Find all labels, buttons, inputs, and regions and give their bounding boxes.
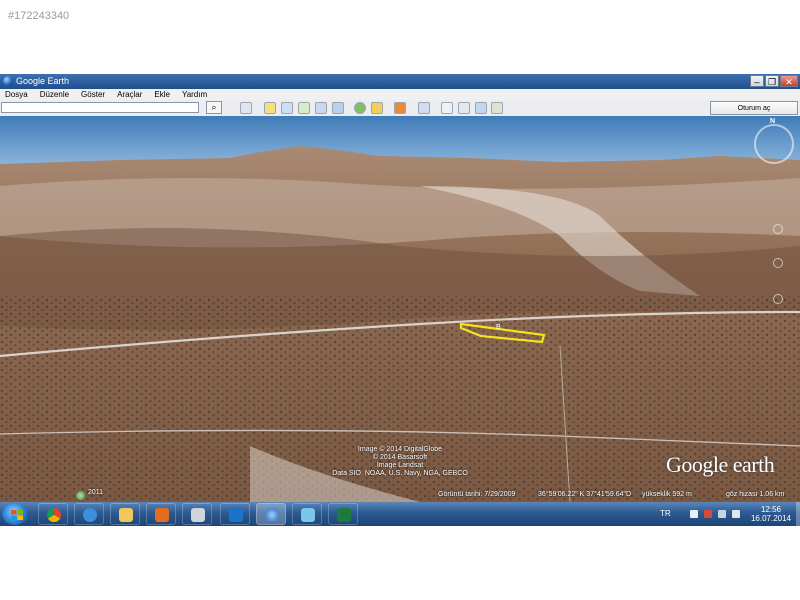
excel-icon	[337, 508, 351, 522]
terrain-image	[0, 116, 800, 502]
tray-arrow-icon[interactable]	[690, 510, 698, 518]
menu-edit[interactable]: Düzenle	[40, 89, 69, 100]
window-title-bar[interactable]: Google Earth – ❐ ✕	[0, 74, 800, 89]
clock-date: 16.07.2014	[750, 514, 792, 523]
toolbar: ⌕ Oturum aç	[0, 100, 800, 117]
compass-ring[interactable]	[754, 124, 794, 164]
field-label: B	[496, 324, 501, 331]
path-icon[interactable]	[298, 102, 310, 114]
volume-icon[interactable]	[732, 510, 740, 518]
save-image-icon[interactable]	[475, 102, 487, 114]
minimize-button[interactable]: –	[750, 75, 764, 87]
search-input[interactable]	[1, 102, 199, 113]
menu-bar: Dosya Düzenle Göster Araçlar Ekle Yardım	[0, 89, 800, 100]
search-button[interactable]: ⌕	[206, 101, 222, 114]
maps-icon[interactable]	[491, 102, 503, 114]
tour-icon[interactable]	[332, 102, 344, 114]
tray-flag-icon[interactable]	[704, 510, 712, 518]
search-icon: ⌕	[211, 102, 217, 112]
zoom-slider[interactable]	[773, 294, 783, 304]
earth-view[interactable]: B N Image © 2014 DigitalGlobe © 2014 Bas…	[0, 116, 800, 502]
media-player-icon	[155, 508, 169, 522]
image-overlay-icon[interactable]	[315, 102, 327, 114]
taskbar-clock[interactable]: 12:56 16.07.2014	[748, 505, 794, 523]
look-control[interactable]	[773, 224, 783, 234]
polygon-icon[interactable]	[281, 102, 293, 114]
status-bar: Görüntü tarihi: 7/29/2009 36°59'06.22" K…	[0, 489, 800, 502]
windows-logo-icon	[11, 510, 23, 520]
eye-altitude: göz hizası 1.06 km	[726, 491, 785, 498]
taskbar-media[interactable]	[146, 503, 176, 525]
paint-icon	[301, 508, 315, 522]
close-button[interactable]: ✕	[780, 75, 798, 87]
google-earth-logo: Google earth	[666, 452, 775, 477]
clock-time: 12:56	[760, 505, 782, 514]
move-control[interactable]	[773, 258, 783, 268]
taskbar-explorer[interactable]	[110, 503, 140, 525]
ruler-icon[interactable]	[418, 102, 430, 114]
window-title: Google Earth	[16, 76, 70, 86]
folder-icon	[119, 508, 133, 522]
internet-explorer-icon	[83, 508, 97, 522]
taskbar-google-earth[interactable]	[256, 503, 286, 525]
google-earth-icon	[265, 508, 279, 522]
network-icon[interactable]	[718, 510, 726, 518]
taskbar-teamviewer[interactable]	[220, 503, 250, 525]
taskbar-excel[interactable]	[328, 503, 358, 525]
chrome-icon	[47, 508, 61, 522]
start-button[interactable]	[2, 503, 28, 525]
signin-button[interactable]: Oturum aç	[710, 101, 798, 115]
taskbar-paint[interactable]	[292, 503, 322, 525]
taskbar-calculator[interactable]	[182, 503, 212, 525]
menu-file[interactable]: Dosya	[5, 89, 28, 100]
email-icon[interactable]	[441, 102, 453, 114]
taskbar-chrome[interactable]	[38, 503, 68, 525]
sunlight-icon[interactable]	[371, 102, 383, 114]
desktop-screen: Google Earth – ❐ ✕ Dosya Düzenle Göster …	[0, 74, 800, 526]
planet-switch-icon[interactable]	[394, 102, 406, 114]
imagery-credits: Image © 2014 DigitalGlobe © 2014 Basarso…	[332, 446, 468, 477]
menu-add[interactable]: Ekle	[154, 89, 170, 100]
print-icon[interactable]	[458, 102, 470, 114]
restore-button[interactable]: ❐	[765, 75, 779, 87]
taskbar-ie[interactable]	[74, 503, 104, 525]
menu-help[interactable]: Yardım	[182, 89, 207, 100]
listing-id: #172243340	[8, 10, 70, 22]
imagery-date: Görüntü tarihi: 7/29/2009	[438, 491, 516, 498]
compass-north-label: N	[770, 118, 776, 125]
placemark-icon[interactable]	[264, 102, 276, 114]
menu-tools[interactable]: Araçlar	[117, 89, 142, 100]
teamviewer-icon	[229, 508, 243, 522]
menu-view[interactable]: Göster	[81, 89, 105, 100]
calculator-icon	[191, 508, 205, 522]
google-earth-icon	[3, 76, 13, 86]
coordinates: 36°59'06.22" K 37°41'59.64"D	[538, 491, 632, 498]
show-desktop-button[interactable]	[796, 502, 800, 526]
elevation: yükseklik 592 m	[642, 491, 692, 498]
sidebar-toggle-icon[interactable]	[240, 102, 252, 114]
language-indicator[interactable]: TR	[660, 509, 671, 518]
historical-imagery-icon[interactable]	[354, 102, 366, 114]
taskbar: TR 12:56 16.07.2014	[0, 502, 800, 526]
